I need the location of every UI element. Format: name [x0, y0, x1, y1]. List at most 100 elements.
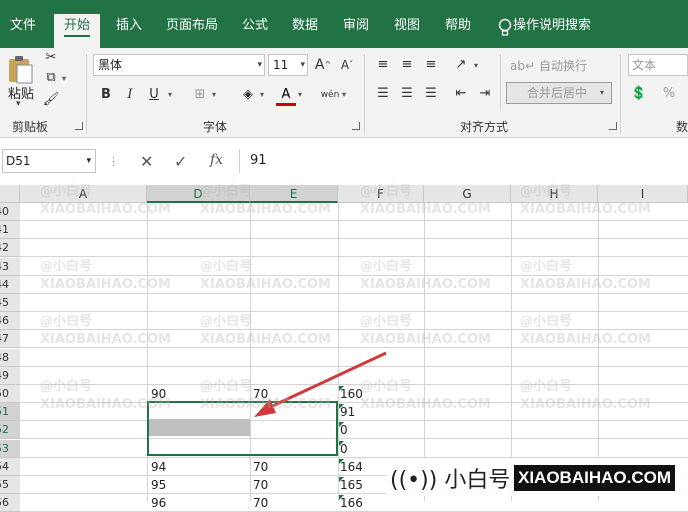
- font-color-icon[interactable]: A: [276, 86, 296, 106]
- merge-dropdown-icon[interactable]: ▾: [600, 88, 604, 97]
- percent-icon[interactable]: %: [660, 86, 678, 102]
- fill-color-icon[interactable]: ◈: [238, 86, 258, 104]
- font-size-select[interactable]: 11 ▾: [268, 54, 308, 76]
- name-box[interactable]: D51 ▾: [2, 149, 96, 173]
- align-right-icon[interactable]: ☰: [422, 86, 440, 102]
- cell-f[interactable]: [340, 239, 420, 257]
- cell-d[interactable]: 95: [151, 476, 246, 494]
- lightbulb-icon[interactable]: [497, 18, 513, 38]
- underline-dropdown-icon[interactable]: ▾: [168, 90, 172, 99]
- tab-file[interactable]: 文件: [0, 14, 46, 48]
- alignment-launcher-icon[interactable]: [609, 122, 617, 130]
- cell-f[interactable]: [340, 258, 420, 276]
- cell-e[interactable]: 70: [253, 458, 333, 476]
- accounting-format-icon[interactable]: 💲: [630, 86, 648, 102]
- number-format-select[interactable]: 文本: [628, 54, 688, 76]
- row-header[interactable]: 51: [0, 403, 20, 421]
- phonetic-icon[interactable]: wén: [318, 86, 342, 104]
- column-header-g[interactable]: G: [424, 185, 511, 203]
- row-header[interactable]: 41: [0, 221, 20, 239]
- cell-f[interactable]: [340, 221, 420, 239]
- paste-dropdown-icon[interactable]: ▾: [16, 99, 21, 109]
- column-header-h[interactable]: H: [511, 185, 598, 203]
- font-launcher-icon[interactable]: [352, 122, 360, 130]
- copy-icon[interactable]: ⧉: [42, 70, 60, 86]
- format-painter-icon[interactable]: 🖌: [42, 92, 60, 108]
- cell-d[interactable]: [151, 349, 246, 367]
- row-header[interactable]: 43: [0, 258, 20, 276]
- column-header-e[interactable]: E: [250, 185, 338, 203]
- font-name-select[interactable]: 黑体 ▾: [93, 54, 265, 76]
- column-header-i[interactable]: I: [598, 185, 688, 203]
- column-header-f[interactable]: F: [338, 185, 424, 203]
- copy-dropdown-icon[interactable]: ▾: [62, 74, 66, 83]
- tab-review[interactable]: 审阅: [333, 14, 379, 48]
- align-bottom-icon[interactable]: ≡: [422, 57, 440, 73]
- tell-me-search[interactable]: 操作说明搜索: [513, 14, 601, 48]
- cell-f[interactable]: [340, 276, 420, 294]
- row-header[interactable]: 52: [0, 421, 20, 439]
- cell-d[interactable]: [151, 330, 246, 348]
- cut-icon[interactable]: ✂: [42, 50, 60, 66]
- tab-data[interactable]: 数据: [282, 14, 328, 48]
- select-all-corner[interactable]: [0, 185, 20, 203]
- column-header-a[interactable]: A: [20, 185, 147, 203]
- cell-d[interactable]: [151, 258, 246, 276]
- row-header[interactable]: 45: [0, 294, 20, 312]
- cell-f[interactable]: [340, 294, 420, 312]
- decrease-indent-icon[interactable]: ⇤: [452, 86, 470, 102]
- cell-d[interactable]: [151, 239, 246, 257]
- insert-function-icon[interactable]: fx: [210, 152, 223, 168]
- row-header[interactable]: 49: [0, 367, 20, 385]
- borders-icon[interactable]: ⊞: [190, 86, 210, 104]
- decrease-font-icon[interactable]: Aˇ: [338, 57, 356, 73]
- wrap-text-button[interactable]: ab↵ 自动换行: [510, 57, 587, 74]
- cell-d[interactable]: [151, 367, 246, 385]
- cell-e[interactable]: [253, 294, 333, 312]
- cell-e[interactable]: 70: [253, 476, 333, 494]
- align-top-icon[interactable]: ≡: [374, 57, 392, 73]
- formula-input[interactable]: 91: [250, 153, 267, 168]
- increase-indent-icon[interactable]: ⇥: [476, 86, 494, 102]
- orientation-icon[interactable]: ↗: [452, 57, 470, 73]
- align-middle-icon[interactable]: ≡: [398, 57, 416, 73]
- row-header[interactable]: 56: [0, 494, 20, 512]
- cell-e[interactable]: [253, 221, 333, 239]
- enter-icon[interactable]: ✓: [174, 152, 187, 171]
- row-header[interactable]: 48: [0, 349, 20, 367]
- cell-e[interactable]: [253, 258, 333, 276]
- orientation-dropdown-icon[interactable]: ▾: [474, 61, 478, 70]
- row-header[interactable]: 54: [0, 458, 20, 476]
- cell-e[interactable]: [253, 239, 333, 257]
- cell-e[interactable]: [253, 203, 333, 221]
- row-header[interactable]: 46: [0, 312, 20, 330]
- tab-help[interactable]: 帮助: [435, 14, 481, 48]
- phonetic-dropdown-icon[interactable]: ▾: [342, 90, 346, 99]
- cell-e[interactable]: 70: [253, 494, 333, 512]
- cell-d[interactable]: [151, 203, 246, 221]
- cell-f[interactable]: [340, 312, 420, 330]
- cell-d[interactable]: [151, 294, 246, 312]
- row-header[interactable]: 40: [0, 203, 20, 221]
- fill-dropdown-icon[interactable]: ▾: [260, 90, 264, 99]
- cell-d[interactable]: 94: [151, 458, 246, 476]
- cell-f[interactable]: 0: [340, 440, 420, 458]
- paste-icon[interactable]: [6, 54, 34, 84]
- tab-formulas[interactable]: 公式: [232, 14, 278, 48]
- clipboard-launcher-icon[interactable]: [75, 122, 83, 130]
- tab-page-layout[interactable]: 页面布局: [156, 14, 228, 48]
- borders-dropdown-icon[interactable]: ▾: [212, 90, 216, 99]
- align-left-icon[interactable]: ☰: [374, 86, 392, 102]
- font-color-dropdown-icon[interactable]: ▾: [298, 90, 302, 99]
- row-header[interactable]: 42: [0, 239, 20, 257]
- cell-e[interactable]: [253, 312, 333, 330]
- cell-f[interactable]: 166: [340, 494, 420, 512]
- row-header[interactable]: 50: [0, 385, 20, 403]
- cell-f[interactable]: [340, 203, 420, 221]
- cell-d[interactable]: [151, 276, 246, 294]
- bold-button[interactable]: B: [96, 86, 116, 104]
- merge-center-button[interactable]: 合并后居中: [506, 82, 612, 104]
- cell-e[interactable]: [253, 276, 333, 294]
- row-header[interactable]: 53: [0, 440, 20, 458]
- paste-button-label[interactable]: 粘贴: [8, 83, 34, 102]
